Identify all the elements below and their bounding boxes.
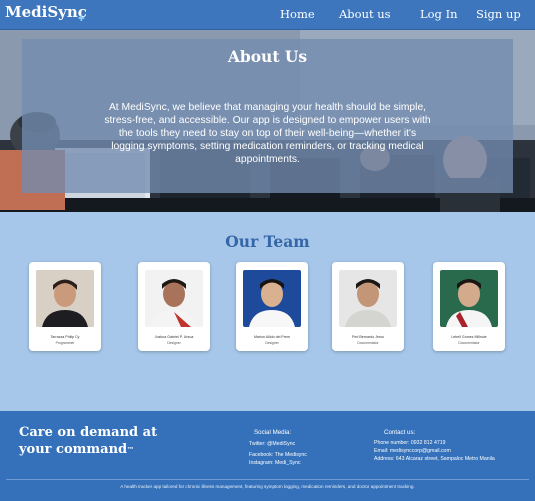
team-title: Our Team [225,232,310,251]
member-role: Designer [167,341,181,345]
plus-icon: ✚ [78,14,85,23]
team-card: Marion Allido del Prem Designer [236,262,308,351]
trademark-symbol: ™ [127,445,135,454]
team-card: Joshua Gabriel P. Ursua Designer [138,262,210,351]
nav-home[interactable]: Home [280,7,315,21]
member-name: Tarrazza Philip Cy [50,335,80,339]
tagline-text: Care on demand at your command [19,425,158,457]
member-name: Lebell Gomez Millnuie [451,335,487,339]
about-title: About Us [227,47,308,66]
contact-address: Address: 643 Alcaraz street, Sampaloc Me… [374,456,495,462]
team-card: Ped Bernardo Jerus Documentator [332,262,404,351]
member-role: Designer [265,341,279,345]
member-photo [36,270,94,327]
social-media-heading: Social Media: [254,429,292,436]
member-photo [145,270,203,327]
nav-sign-up[interactable]: Sign up [476,7,521,21]
member-name: Ped Bernardo Jerus [352,335,384,339]
team-card: Tarrazza Philip Cy Programmer [29,262,101,351]
contact-phone: Phone number: 0932 812 4719 [374,440,446,446]
footer-divider [6,479,529,480]
team-card: Lebell Gomez Millnuie Documentator [433,262,505,351]
logo[interactable]: MediSync [5,3,87,21]
member-photo [339,270,397,327]
instagram-link[interactable]: Instagram: Medi_Sync [249,460,301,466]
contact-email[interactable]: Email: medisynccorp@gmail.com [374,448,451,454]
member-role: Programmer [55,341,75,345]
footer: Care on demand at your command™ Social M… [0,411,535,501]
about-panel: About Us At MediSync, we believe that ma… [22,39,513,193]
top-navbar: MediSync ✚ Home About us Log In Sign up [0,0,535,30]
about-hero: About Us At MediSync, we believe that ma… [0,30,535,212]
member-photo [243,270,301,327]
member-photo [440,270,498,327]
nav-about-us[interactable]: About us [339,7,391,21]
facebook-link[interactable]: Facebook: The Medisync [249,452,307,458]
member-name: Joshua Gabriel P. Ursua [154,335,194,339]
nav-log-in[interactable]: Log In [420,7,458,21]
member-role: Documentator [357,341,379,345]
footer-description: A health tracker app tailored for chroni… [120,484,415,489]
contact-heading: Contact us: [384,429,416,436]
footer-tagline: Care on demand at your command™ [19,424,189,458]
member-name: Marion Allido del Prem [254,335,290,339]
member-role: Documentator [458,341,480,345]
about-text: At MediSync, we believe that managing yo… [104,102,431,165]
twitter-link[interactable]: Twitter: @MediSync [249,441,295,447]
